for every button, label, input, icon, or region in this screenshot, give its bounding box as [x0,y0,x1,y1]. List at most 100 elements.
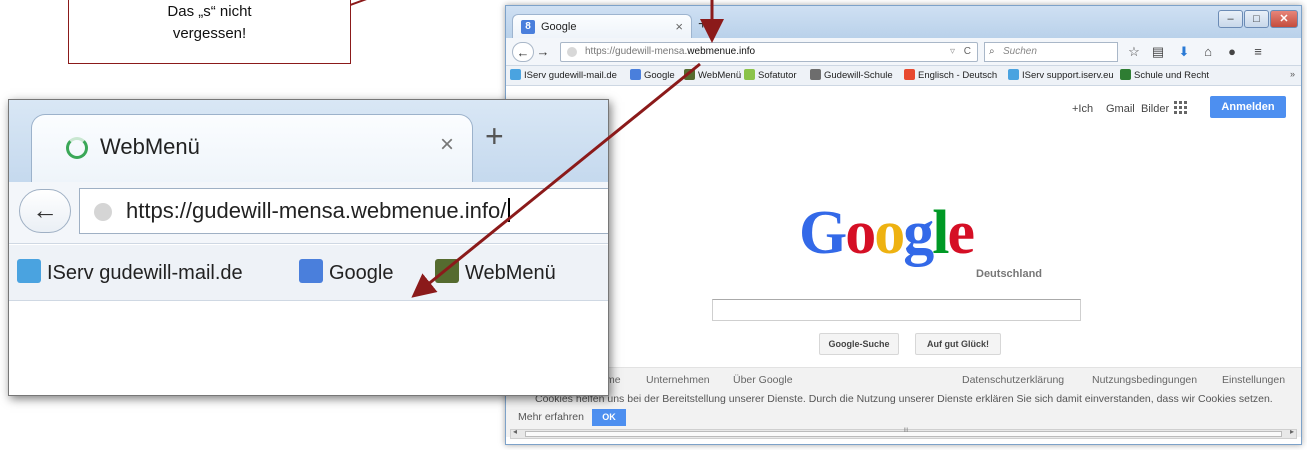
bookmark-label: Englisch - Deutsch [918,70,998,81]
link-gmail[interactable]: Gmail [1106,103,1135,115]
url-dropdown-icon[interactable]: ▿ [950,43,955,61]
google-favicon-icon: 8 [521,20,535,34]
hint-line-1: Das „s“ nicht [167,3,252,20]
bookmark-label: Schule und Recht [1134,70,1209,81]
google-logo: Google [799,199,975,267]
bookmarks-overflow-icon[interactable]: » [1290,69,1295,79]
downloads-icon[interactable]: ⬇ [1176,44,1192,60]
link-bilder[interactable]: Bilder [1141,103,1169,115]
search-input[interactable]: ⌕ Suchen [984,42,1118,62]
footer-link-datenschutz[interactable]: Datenschutzerklärung [962,374,1064,386]
bookmark-iserv-support[interactable]: IServ support.iserv.eu [1008,69,1114,81]
loading-spinner-icon [66,137,88,159]
home-icon[interactable]: ⌂ [1200,44,1216,60]
dictionary-icon [904,69,915,80]
menu-icon[interactable]: ≡ [1250,44,1266,60]
zoom-bookmarks-toolbar: IServ gudewill-mail.de Google WebMenü [9,245,608,301]
zoom-tab-close-icon[interactable]: × [440,131,454,159]
zoom-title-bar: WebMenü × + [9,100,608,184]
ht-icon [1120,69,1131,80]
maximize-button[interactable]: □ [1244,10,1269,28]
title-bar: 8 Google × + – □ ✕ [506,6,1301,40]
school-icon [810,69,821,80]
bookmarks-toolbar: IServ gudewill-mail.de Google WebMenü So… [506,66,1301,86]
scroll-grip: III [903,428,909,434]
new-tab-button[interactable]: + [698,16,707,34]
logo-letter: l [932,199,949,267]
globe-icon [94,203,112,221]
hint-line-2: vergessen! [172,25,247,42]
zoom-back-button[interactable]: ← [19,189,71,233]
bookmark-label: Sofatutor [758,70,797,81]
search-icon: ⌕ [989,46,995,57]
zoomed-address-bar: WebMenü × + ← https://gudewill-mensa.web… [8,99,609,396]
bookmark-iserv-mail[interactable]: IServ gudewill-mail.de [510,69,617,81]
google-page: +Ich Gmail Bilder Anmelden Google Deutsc… [506,87,1301,444]
zoom-bookmark-iserv[interactable]: IServ gudewill-mail.de [17,259,243,285]
chat-icon[interactable]: ● [1224,44,1240,60]
bookmark-google[interactable]: Google [630,69,675,81]
scroll-thumb[interactable]: III [525,428,1282,437]
zoom-tab-webmenu[interactable]: WebMenü × [31,114,473,184]
bookmark-label: Google [644,70,675,81]
nav-toolbar: ← → https://gudewill-mensa.webmenue.info… [506,38,1301,66]
webmenu-icon [435,259,459,283]
bookmark-englisch-deutsch[interactable]: Englisch - Deutsch [904,69,997,81]
apps-grid-icon[interactable] [1174,101,1188,115]
tab-label: Google [541,21,577,33]
logo-letter: G [799,199,847,267]
google-icon [630,69,641,80]
zoom-url-text: https://gudewill-mensa.webmenue.info/ [126,198,507,223]
bookmark-label: IServ gudewill-mail.de [524,70,617,81]
site-identity-icon[interactable] [567,47,577,57]
bookmark-gudewill-schule[interactable]: Gudewill-Schule [810,69,893,81]
footer-link-einstellungen[interactable]: Einstellungen [1222,374,1285,386]
zoom-new-tab-icon[interactable]: + [485,120,504,152]
bookmark-webmenu[interactable]: WebMenü [684,69,741,81]
google-footer: me Unternehmen Über Google Datenschutzer… [506,367,1301,389]
zoom-bookmark-webmenu[interactable]: WebMenü [435,259,556,285]
zoom-bookmark-google[interactable]: Google [299,259,394,285]
link-plus-ich[interactable]: +Ich [1072,103,1093,115]
iserv-icon [1008,69,1019,80]
bookmark-label: Google [329,262,394,284]
bookmark-label: IServ gudewill-mail.de [47,262,243,284]
logo-country: Deutschland [976,268,1043,280]
url-bar[interactable]: https://gudewill-mensa.webmenue.info ▿ C [560,42,978,62]
zoom-url-bar[interactable]: https://gudewill-mensa.webmenue.info/ [79,188,608,234]
callout-pointer [350,0,392,6]
google-icon [299,259,323,283]
zoom-nav-toolbar: ← https://gudewill-mensa.webmenue.info/ [9,182,608,244]
back-button[interactable]: ← [512,42,534,62]
logo-letter: g [903,199,934,267]
bookmark-schule-recht[interactable]: Schule und Recht [1120,69,1209,81]
sofatutor-icon [744,69,755,80]
bookmarks-menu-icon[interactable]: ▤ [1150,44,1166,60]
zoom-tab-label: WebMenü [100,134,200,159]
footer-link-ueber-google[interactable]: Über Google [733,374,793,386]
signin-button[interactable]: Anmelden [1210,96,1286,118]
tab-close-icon[interactable]: × [675,19,683,34]
url-domain: webmenue.info [687,46,756,57]
google-search-input[interactable] [712,299,1081,321]
lucky-button[interactable]: Auf gut Glück! [915,333,1001,355]
scroll-right-icon[interactable]: ▸ [1290,427,1294,436]
bookmark-label: Gudewill-Schule [824,70,893,81]
footer-link-unternehmen[interactable]: Unternehmen [646,374,710,386]
minimize-button[interactable]: – [1218,10,1243,28]
reload-icon[interactable]: C [964,43,971,61]
logo-letter: e [947,199,974,267]
google-search-button[interactable]: Google-Suche [819,333,899,355]
webmenu-icon [684,69,695,80]
horizontal-scrollbar[interactable]: ◂ III ▸ [510,427,1297,439]
bookmark-star-icon[interactable]: ☆ [1126,44,1142,60]
cookie-ok-button[interactable]: OK [592,409,626,426]
cookie-more-link[interactable]: Mehr erfahren [518,411,584,423]
scroll-left-icon[interactable]: ◂ [513,427,517,436]
close-window-button[interactable]: ✕ [1270,10,1298,28]
footer-link-nutzungsbedingungen[interactable]: Nutzungsbedingungen [1092,374,1197,386]
forward-button[interactable]: → [536,42,550,62]
tab-google[interactable]: 8 Google × [512,14,692,40]
bookmark-sofatutor[interactable]: Sofatutor [744,69,797,81]
iserv-icon [510,69,521,80]
